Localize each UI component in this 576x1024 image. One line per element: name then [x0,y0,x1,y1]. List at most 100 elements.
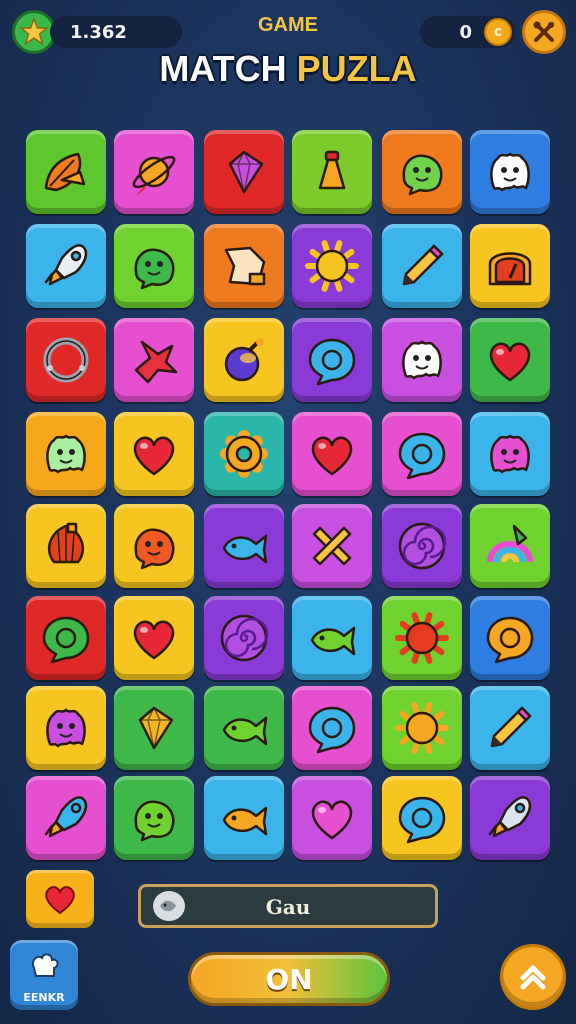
tile[interactable] [470,504,550,588]
level-up-button[interactable] [500,944,566,1010]
fish-icon [222,534,268,564]
paper-icon [224,246,266,286]
heart-icon [133,620,175,660]
heart-icon [311,436,353,476]
tile[interactable] [470,776,550,860]
leaf-icon [44,152,86,192]
sun-icon [395,702,449,754]
bubble-icon [308,338,356,386]
bubble-icon [398,796,446,844]
tools-button[interactable] [522,10,566,54]
menu-button[interactable]: EENKR [10,940,78,1010]
tile[interactable] [470,130,550,214]
tile[interactable] [382,686,462,770]
rocket-icon [44,244,88,286]
tile[interactable] [114,504,194,588]
tile[interactable] [292,318,372,402]
tile[interactable] [292,776,372,860]
tile[interactable] [204,318,284,402]
tile[interactable] [26,412,106,496]
tile[interactable] [470,596,550,680]
tools-icon [533,21,554,42]
slime-icon [134,800,175,842]
title-word-puzla: PUZLA [296,48,417,89]
bottle-icon [318,150,346,190]
tile[interactable] [204,412,284,496]
bonus-tile[interactable] [26,870,94,928]
ring-icon [43,337,89,383]
heart-icon [45,886,75,915]
gem-icon [138,706,174,750]
tile[interactable] [382,412,462,496]
bubble-icon [42,616,90,664]
tile[interactable] [114,596,194,680]
ghost-icon [402,340,442,380]
ghost-icon [46,708,86,748]
bubble-icon [486,616,534,664]
tile[interactable] [26,318,106,402]
rainbow-icon [487,524,533,563]
game-title: MATCH PUZLA [0,48,576,90]
swirl-icon [398,522,447,570]
tile[interactable] [382,130,462,214]
tile[interactable] [114,776,194,860]
tile[interactable] [204,224,284,308]
pencil-icon [490,706,532,748]
gem-icon [228,150,264,194]
tile[interactable] [26,776,106,860]
top-bar: 1.362 GAME MATCH PUZLA 0 c [0,0,576,89]
tile[interactable] [204,130,284,214]
coin-icon: c [484,18,512,46]
fish-icon [222,806,268,836]
tile[interactable] [26,596,106,680]
tile[interactable] [382,776,462,860]
tile[interactable] [470,318,550,402]
tile[interactable] [204,686,284,770]
bird-icon [134,340,178,384]
tile[interactable] [382,318,462,402]
bubble-icon [308,706,356,754]
tile[interactable] [382,504,462,588]
tile[interactable] [292,412,372,496]
tile[interactable] [292,224,372,308]
ghost-icon [490,152,530,192]
on-button[interactable]: ON [188,952,390,1006]
tile[interactable] [382,224,462,308]
tile[interactable] [114,412,194,496]
heart-icon [311,800,353,840]
menu-label: EENKR [23,991,65,1004]
tile[interactable] [292,130,372,214]
tile[interactable] [470,686,550,770]
tile[interactable] [114,318,194,402]
sun-icon [305,240,359,292]
tile[interactable] [292,686,372,770]
ghost-icon [490,434,530,474]
tile[interactable] [292,596,372,680]
bomb-icon [224,338,264,382]
bubble-icon [398,432,446,480]
tile[interactable] [204,504,284,588]
tile[interactable] [204,776,284,860]
tile[interactable] [114,686,194,770]
heart-icon [133,436,175,476]
tile[interactable] [382,596,462,680]
fish-icon [222,716,268,746]
planet-icon [132,155,176,196]
clock-icon [488,252,532,286]
rocket-icon [44,796,88,838]
swirl-icon [220,614,269,662]
tile[interactable] [114,130,194,214]
tile[interactable] [114,224,194,308]
coin-value: 0 [459,22,472,43]
status-text: Gau [265,895,311,919]
slime-icon [134,248,175,290]
pencil-icon [402,244,444,286]
tile[interactable] [26,686,106,770]
tile[interactable] [26,130,106,214]
tile[interactable] [26,504,106,588]
tile[interactable] [470,224,550,308]
tile[interactable] [26,224,106,308]
tile[interactable] [470,412,550,496]
tile[interactable] [204,596,284,680]
tile[interactable] [292,504,372,588]
